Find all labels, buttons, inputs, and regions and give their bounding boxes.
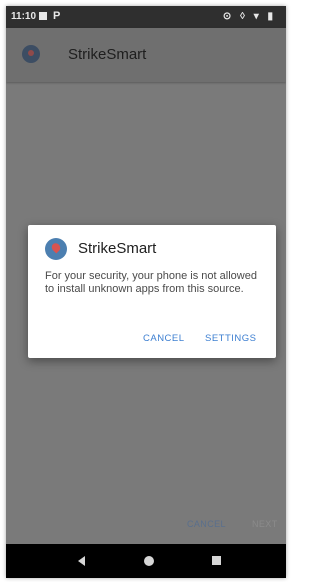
status-time: 11:10	[11, 11, 37, 22]
status-right-icons: ⊙ ◊ ▾ ▮	[222, 11, 276, 22]
settings-button[interactable]: SETTINGS	[205, 333, 257, 344]
status-bar: 11:10 P ⊙ ◊ ▾ ▮	[6, 6, 286, 28]
app-logo-icon	[45, 238, 67, 260]
app-logo-icon	[22, 45, 40, 63]
back-icon[interactable]	[78, 556, 85, 566]
p-icon: P	[53, 10, 61, 22]
dialog-message: For your security, your phone is not all…	[45, 270, 257, 295]
recents-icon[interactable]	[212, 556, 221, 565]
cancel-button[interactable]: CANCEL	[143, 333, 185, 344]
image-icon	[39, 12, 47, 20]
install-blocked-dialog: StrikeSmart For your security, your phon…	[28, 225, 276, 358]
dialog-title: StrikeSmart	[78, 240, 157, 257]
app-title: StrikeSmart	[68, 46, 147, 63]
app-bar: StrikeSmart	[6, 28, 286, 82]
navigation-bar	[6, 544, 286, 578]
phone-screen: 11:10 P ⊙ ◊ ▾ ▮ StrikeSmart CANCEL NEXT …	[6, 6, 286, 578]
home-icon[interactable]	[144, 556, 154, 566]
background-cancel-button: CANCEL	[187, 519, 226, 529]
background-next-button: NEXT	[252, 519, 278, 529]
